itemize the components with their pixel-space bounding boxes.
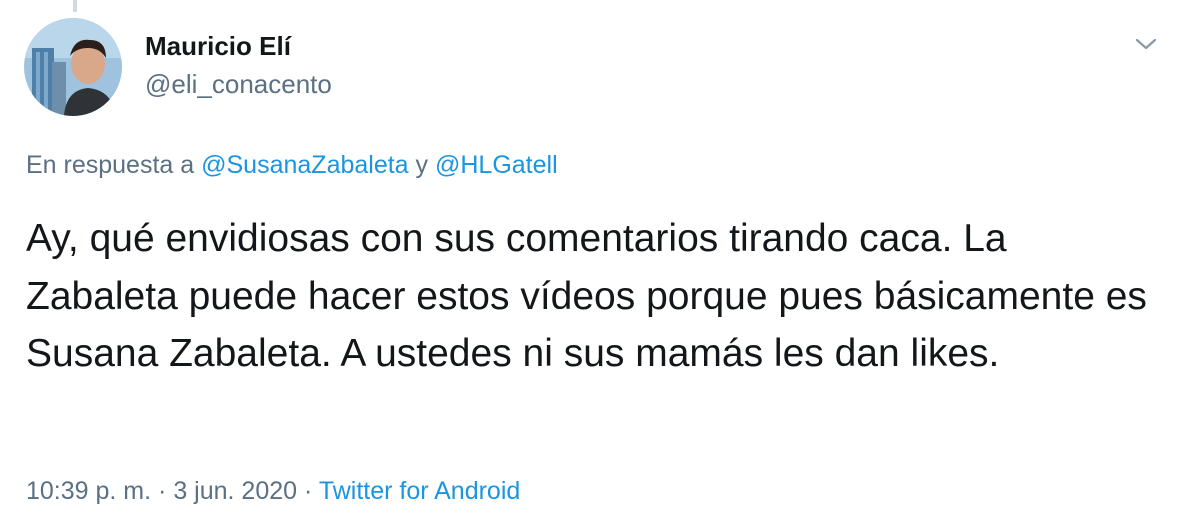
mention-link-hlgatell[interactable]: @HLGatell: [435, 151, 558, 179]
tweet-time[interactable]: 10:39 p. m.: [26, 477, 151, 505]
avatar[interactable]: [24, 18, 122, 116]
tweet-date[interactable]: 3 jun. 2020: [173, 477, 297, 505]
tweet-metadata: 10:39 p. m. · 3 jun. 2020 · Twitter for …: [26, 477, 520, 506]
meta-separator: ·: [303, 477, 313, 505]
reply-prefix: En respuesta a: [26, 151, 195, 179]
chevron-down-icon: [1135, 38, 1157, 50]
author-display-name[interactable]: Mauricio Elí: [145, 31, 291, 62]
meta-separator: ·: [158, 477, 167, 505]
avatar-photo-icon: [24, 18, 122, 116]
author-handle[interactable]: @eli_conacento: [145, 69, 332, 100]
thread-connector-line: [73, 0, 77, 12]
mention-link-susanazabaleta[interactable]: @SusanaZabaleta: [201, 151, 408, 179]
reply-context: En respuesta a @SusanaZabaleta y @HLGate…: [26, 151, 558, 180]
tweet-source-link[interactable]: Twitter for Android: [319, 477, 520, 505]
reply-conjunction: y: [415, 151, 429, 179]
tweet-text: Ay, qué envidiosas con sus comentarios t…: [26, 217, 1147, 375]
tweet-options-button[interactable]: [1128, 30, 1164, 58]
